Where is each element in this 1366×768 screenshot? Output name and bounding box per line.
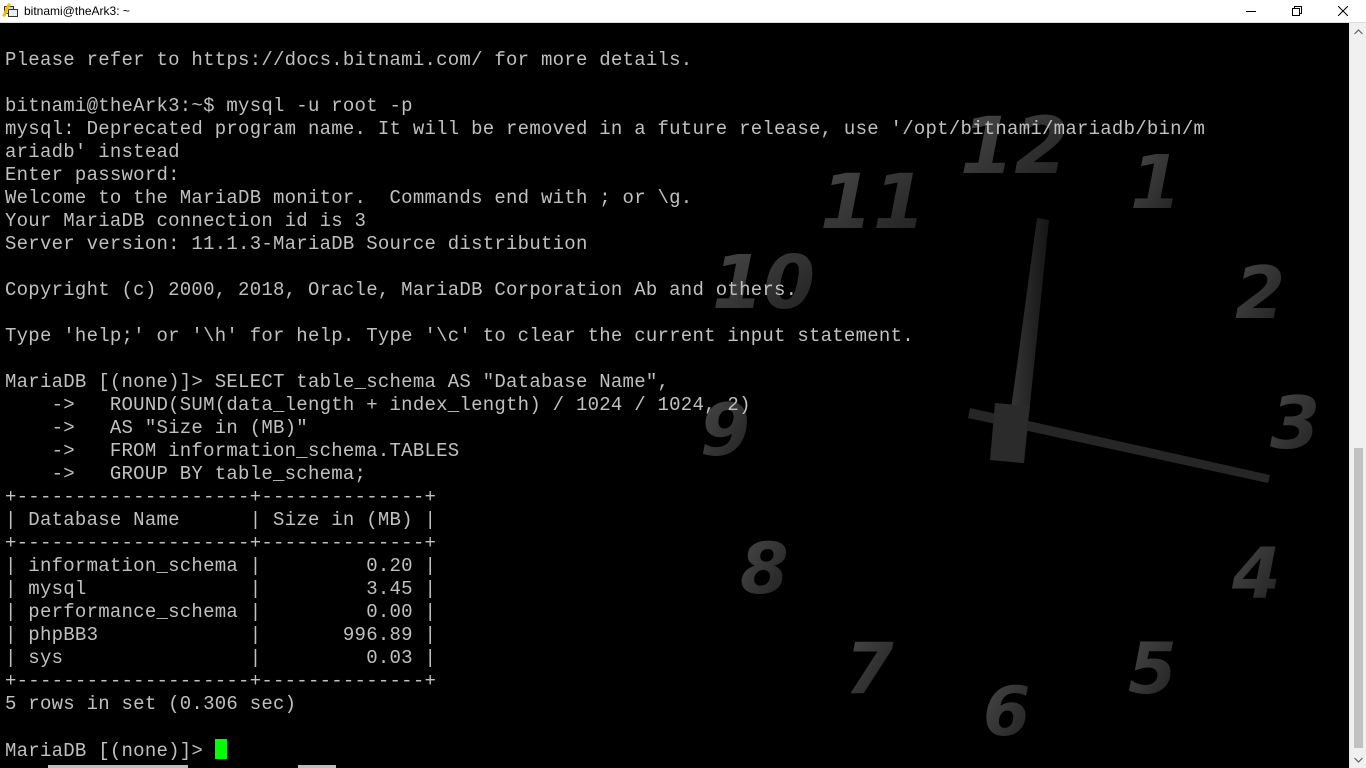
terminal-line: bitnami@theArk3:~$ mysql -u root -p bbox=[5, 95, 413, 117]
bottom-strip bbox=[0, 764, 1349, 768]
terminal-line: | sys | 0.03 | bbox=[5, 647, 437, 669]
clock-numeral-3: 3 bbox=[1270, 381, 1320, 465]
terminal-line: mysql: Deprecated program name. It will … bbox=[5, 118, 1206, 140]
minimize-icon bbox=[1246, 11, 1256, 12]
terminal-line: +--------------------+--------------+ bbox=[5, 532, 437, 554]
terminal-line: | performance_schema | 0.00 | bbox=[5, 601, 437, 623]
terminal-line: -> GROUP BY table_schema; bbox=[5, 463, 367, 485]
putty-icon[interactable] bbox=[2, 3, 19, 19]
terminal-line: Welcome to the MariaDB monitor. Commands… bbox=[5, 187, 693, 209]
terminal-line: Please refer to https://docs.bitnami.com… bbox=[5, 49, 693, 71]
restore-button[interactable] bbox=[1274, 0, 1320, 23]
chevron-down-icon bbox=[1354, 757, 1363, 763]
clock-numeral-4: 4 bbox=[1231, 533, 1281, 615]
terminal-line: | Database Name | Size in (MB) | bbox=[5, 509, 437, 531]
terminal-line: | phpBB3 | 996.89 | bbox=[5, 624, 437, 646]
terminal-lines: Please refer to https://docs.bitnami.com… bbox=[5, 49, 1205, 762]
terminal-line: MariaDB [(none)]> SELECT table_schema AS… bbox=[5, 371, 670, 393]
terminal-line: ariadb' instead bbox=[5, 141, 180, 163]
terminal-line: +--------------------+--------------+ bbox=[5, 486, 437, 508]
terminal-line: Enter password: bbox=[5, 164, 180, 186]
terminal-line: Type 'help;' or '\h' for help. Type '\c'… bbox=[5, 325, 914, 347]
terminal-line: -> FROM information_schema.TABLES bbox=[5, 440, 460, 462]
scroll-down-button[interactable] bbox=[1350, 751, 1366, 768]
terminal-line: Copyright (c) 2000, 2018, Oracle, MariaD… bbox=[5, 279, 798, 301]
terminal-line: Server version: 11.1.3-MariaDB Source di… bbox=[5, 233, 588, 255]
terminal-line: -> ROUND(SUM(data_length + index_length)… bbox=[5, 394, 751, 416]
title-bar[interactable]: bitnami@theArk3: ~ bbox=[0, 0, 1366, 23]
terminal-prompt: MariaDB [(none)]> bbox=[5, 740, 215, 762]
window-title: bitnami@theArk3: ~ bbox=[24, 4, 130, 18]
terminal-line: | mysql | 3.45 | bbox=[5, 578, 437, 600]
vertical-scrollbar[interactable] bbox=[1349, 23, 1366, 768]
restore-icon bbox=[1292, 6, 1302, 16]
terminal-line: +--------------------+--------------+ bbox=[5, 670, 437, 692]
terminal-output[interactable]: 12 1 2 3 4 5 6 7 8 9 10 11 Please refer … bbox=[0, 23, 1349, 768]
terminal-line: -> AS "Size in (MB)" bbox=[5, 417, 308, 439]
terminal-line: Your MariaDB connection id is 3 bbox=[5, 210, 367, 232]
close-icon bbox=[1338, 6, 1348, 16]
close-button[interactable] bbox=[1320, 0, 1366, 23]
text-cursor bbox=[214, 739, 227, 759]
chevron-up-icon bbox=[1354, 28, 1363, 34]
scroll-up-button[interactable] bbox=[1350, 23, 1366, 40]
minimize-button[interactable] bbox=[1228, 0, 1274, 23]
terminal-line: 5 rows in set (0.306 sec) bbox=[5, 693, 297, 715]
scrollbar-thumb[interactable] bbox=[1354, 448, 1363, 748]
clock-numeral-2: 2 bbox=[1235, 251, 1285, 335]
terminal-prompt-line[interactable]: MariaDB [(none)]> bbox=[5, 739, 1205, 762]
terminal-line: | information_schema | 0.20 | bbox=[5, 555, 437, 577]
